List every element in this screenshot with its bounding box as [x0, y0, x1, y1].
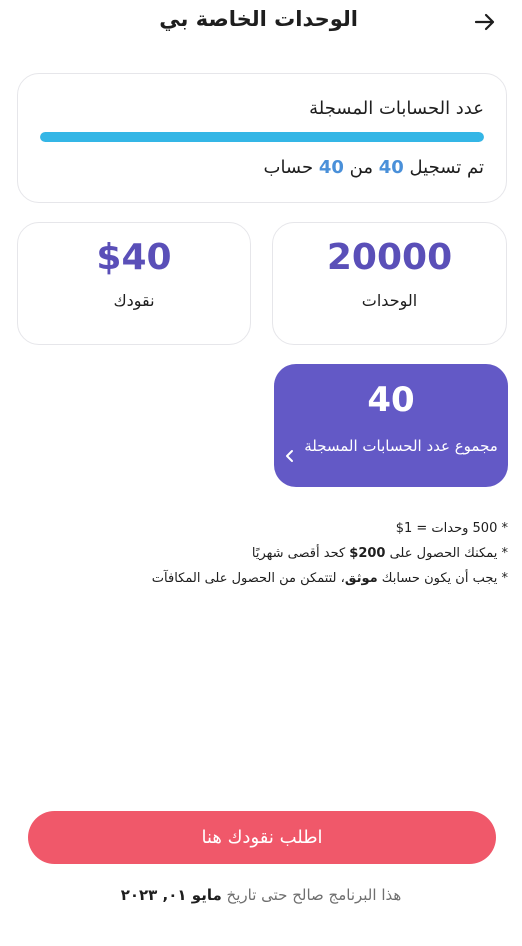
total-registered-label: مجموع عدد الحسابات المسجلة [304, 437, 498, 455]
progress-prefix: تم تسجيل [409, 157, 484, 178]
accounts-progress-track [40, 132, 484, 142]
back-button[interactable] [470, 8, 500, 36]
units-label: الوحدات [361, 291, 418, 310]
header-bar: الوحدات الخاصة بي [0, 0, 522, 44]
accounts-suffix: حساب [263, 157, 314, 178]
note-monthly-max: * يمكنك الحصول على 200$ كحد أقصى شهريًا [251, 546, 508, 561]
units-value: 20000 [326, 237, 453, 278]
registered-count: 40 [378, 157, 404, 178]
note-verified-account: * يجب أن يكون حسابك موثق، لتتمكن من الحص… [151, 571, 508, 586]
cash-value: $40 [96, 237, 172, 278]
validity-month: مايو [191, 886, 222, 904]
total-registered-accounts-card[interactable]: 40 مجموع عدد الحسابات المسجلة [274, 364, 508, 487]
accounts-progress-fill [40, 132, 484, 142]
registered-accounts-card: عدد الحسابات المسجلة تم تسجيل 40 من 40 ح… [17, 73, 507, 203]
note-units-rate: * 500 وحدات = 1$ [395, 521, 508, 536]
program-notes: * 500 وحدات = 1$ * يمكنك الحصول على 200$… [152, 516, 508, 591]
accounts-progress-text: تم تسجيل 40 من 40 حساب [264, 157, 485, 178]
total-registered-value: 40 [367, 380, 415, 420]
arrow-right-icon [474, 13, 495, 31]
note-verified-word: موثق [344, 571, 378, 586]
registered-accounts-label: عدد الحسابات المسجلة [309, 98, 484, 119]
request-cash-button[interactable]: اطلب نقودك هنا [28, 811, 496, 864]
units-card: 20000 الوحدات [272, 222, 507, 345]
of-word: من [349, 157, 373, 178]
total-count: 40 [318, 157, 344, 178]
cash-label: نقودك [113, 291, 155, 310]
cash-card: $40 نقودك [17, 222, 251, 345]
note-monthly-max-amount: 200$ [349, 546, 386, 561]
page-title: الوحدات الخاصة بي [159, 7, 358, 31]
validity-date: ٠١, ٢٠٢٣ [120, 886, 192, 904]
chevron-left-icon [286, 450, 293, 462]
program-validity-text: هذا البرنامج صالح حتى تاريخ مايو ٠١, ٢٠٢… [120, 886, 402, 904]
